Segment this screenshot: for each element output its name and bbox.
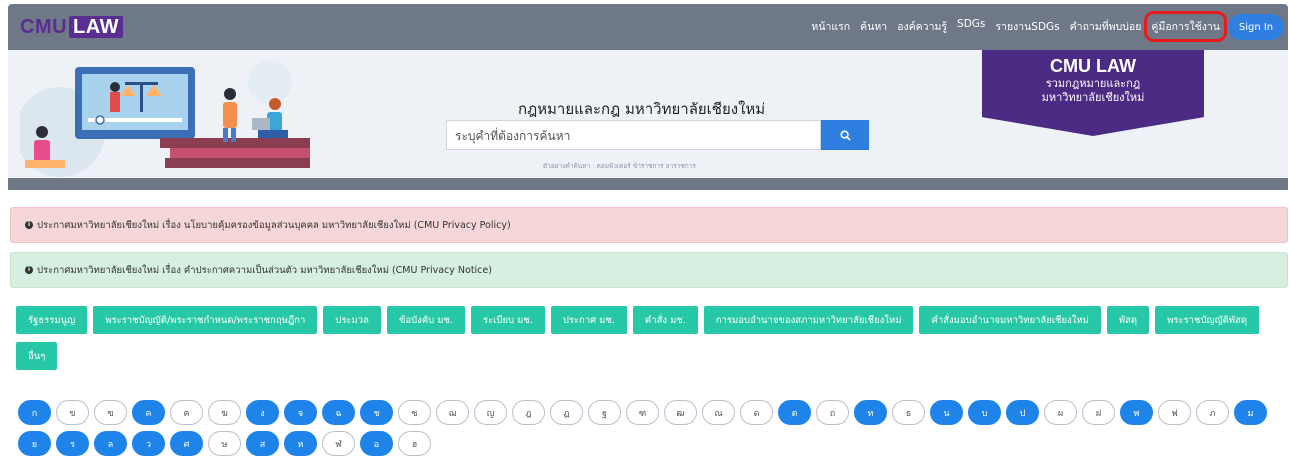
letter-button[interactable]: ฃ [94, 400, 127, 425]
letter-button[interactable]: ฉ [322, 400, 355, 425]
letter-button[interactable]: บ [968, 400, 1001, 425]
letter-button[interactable]: ค [132, 400, 165, 425]
letter-button[interactable]: ฐ [588, 400, 621, 425]
nav-home[interactable]: หน้าแรก [811, 18, 850, 35]
letter-button[interactable]: ฒ [664, 400, 697, 425]
letter-button[interactable]: ต [778, 400, 811, 425]
letter-button[interactable]: ก [18, 400, 51, 425]
letter-button[interactable]: ป [1006, 400, 1039, 425]
letter-button[interactable]: ฟ [1158, 400, 1191, 425]
letter-button[interactable]: ซ [398, 400, 431, 425]
ribbon-line-1: รวมกฎหมายและกฎ [1045, 77, 1141, 90]
info-icon: i [25, 221, 33, 229]
category-button[interactable]: คำสั่งมอบอำนาจมหาวิทยาลัยเชียงใหม่ [919, 306, 1101, 334]
nav-user-manual[interactable]: คู่มือการใช้งาน [1144, 11, 1227, 42]
search-hint: ตัวอย่างคำค้นหา : คอมพิวเตอร์ ข้าราชการ … [543, 162, 696, 170]
letter-button[interactable]: ศ [170, 431, 203, 456]
letter-button[interactable]: ม [1234, 400, 1267, 425]
category-button[interactable]: ข้อบังคับ มช. [386, 306, 465, 334]
category-button[interactable]: ประกาศ มช. [550, 306, 627, 334]
letter-button[interactable]: ฝ [1082, 400, 1115, 425]
category-button[interactable]: การมอบอำนาจของสภามหาวิทยาลัยเชียงใหม่ [703, 306, 914, 334]
letter-button[interactable]: ห [284, 431, 317, 456]
letter-button[interactable]: ฑ [626, 400, 659, 425]
category-button[interactable]: รัฐธรรมนูญ [16, 306, 88, 334]
alert-text: ประกาศมหาวิทยาลัยเชียงใหม่ เรื่อง นโยบาย… [37, 219, 511, 231]
site-logo[interactable]: CMU LAW [20, 16, 123, 38]
nav-search[interactable]: ค้นหา [860, 18, 887, 35]
category-button[interactable]: ระเบียบ มช. [470, 306, 545, 334]
letter-button[interactable]: ณ [702, 400, 735, 425]
letter-button[interactable]: ช [360, 400, 393, 425]
letter-button[interactable]: ถ [816, 400, 849, 425]
privacy-notice-alert[interactable]: i ประกาศมหาวิทยาลัยเชียงใหม่ เรื่อง คำปร… [10, 252, 1288, 288]
search-input[interactable]: ระบุคำที่ต้องการค้นหา [446, 120, 821, 150]
category-button[interactable]: พระราชบัญญัติ/พระราชกำหนด/พระราชกฤษฎีกา [93, 306, 318, 334]
letter-button[interactable]: ธ [892, 400, 925, 425]
letter-button[interactable]: ส [246, 431, 279, 456]
page-title: กฎหมายและกฎ มหาวิทยาลัยเชียงใหม่ [518, 100, 766, 118]
letter-button[interactable]: ญ [474, 400, 507, 425]
alphabet-index: กขฃคฅฆงจฉชซฌญฎฏฐฑฒณดตถทธนบปผฝพฟภมยรลวศษส… [18, 400, 1280, 456]
logo-cmu: CMU [20, 15, 68, 38]
ribbon-title: CMU LAW [1050, 56, 1136, 76]
letter-button[interactable]: อ [360, 431, 393, 456]
main-nav: หน้าแรก ค้นหา องค์ความรู้ SDGs รายงานSDG… [811, 11, 1227, 42]
letter-button[interactable]: ฅ [170, 400, 203, 425]
letter-button[interactable]: ด [740, 400, 773, 425]
letter-button[interactable]: ท [854, 400, 887, 425]
letter-button[interactable]: ล [94, 431, 127, 456]
category-button[interactable]: คำสั่ง มช. [632, 306, 698, 334]
letter-button[interactable]: ว [132, 431, 165, 456]
letter-button[interactable]: ฏ [550, 400, 583, 425]
letter-button[interactable]: พ [1120, 400, 1153, 425]
signin-button[interactable]: Sign In [1228, 14, 1284, 40]
letter-button[interactable]: ฎ [512, 400, 545, 425]
letter-button[interactable]: ษ [208, 431, 241, 456]
hero-banner: CMU LAW หน้าแรก ค้นหา องค์ความรู้ SDGs ร… [8, 4, 1288, 190]
alert-text: ประกาศมหาวิทยาลัยเชียงใหม่ เรื่อง คำประก… [37, 264, 492, 276]
hero-illustration [20, 60, 310, 177]
letter-button[interactable]: ภ [1196, 400, 1229, 425]
info-icon: i [25, 266, 33, 274]
search-icon [839, 129, 851, 141]
category-button[interactable]: ประมวล [323, 306, 381, 334]
nav-knowledge[interactable]: องค์ความรู้ [897, 18, 947, 35]
letter-button[interactable]: ผ [1044, 400, 1077, 425]
category-buttons: รัฐธรรมนูญ พระราชบัญญัติ/พระราชกำหนด/พระร… [16, 306, 1276, 370]
search-button[interactable] [821, 120, 869, 150]
category-button[interactable]: อื่นๆ [16, 342, 58, 370]
nav-sdgs[interactable]: SDGs [957, 18, 985, 35]
category-button[interactable]: พัสดุ [1106, 306, 1150, 334]
ribbon-line-2: มหาวิทยาลัยเชียงใหม่ [1041, 91, 1145, 104]
letter-button[interactable]: ร [56, 431, 89, 456]
letter-button[interactable]: ง [246, 400, 279, 425]
cmu-law-ribbon: CMU LAW รวมกฎหมายและกฎ มหาวิทยาลัยเชียงใ… [982, 50, 1204, 136]
letter-button[interactable]: จ [284, 400, 317, 425]
nav-sdgs-report[interactable]: รายงานSDGs [995, 18, 1059, 35]
privacy-policy-alert[interactable]: i ประกาศมหาวิทยาลัยเชียงใหม่ เรื่อง นโยบ… [10, 207, 1288, 243]
letter-button[interactable]: ย [18, 431, 51, 456]
letter-button[interactable]: ข [56, 400, 89, 425]
letter-button[interactable]: ฌ [436, 400, 469, 425]
letter-button[interactable]: ฬ [322, 431, 355, 456]
letter-button[interactable]: ฆ [208, 400, 241, 425]
letter-button[interactable]: น [930, 400, 963, 425]
category-button[interactable]: พระราชบัญญัติพัสดุ [1155, 306, 1260, 334]
nav-faq[interactable]: คำถามที่พบบ่อย [1070, 18, 1142, 35]
letter-button[interactable]: ฮ [398, 431, 431, 456]
logo-law: LAW [69, 16, 123, 38]
hero-bottom-bar [8, 178, 1288, 190]
